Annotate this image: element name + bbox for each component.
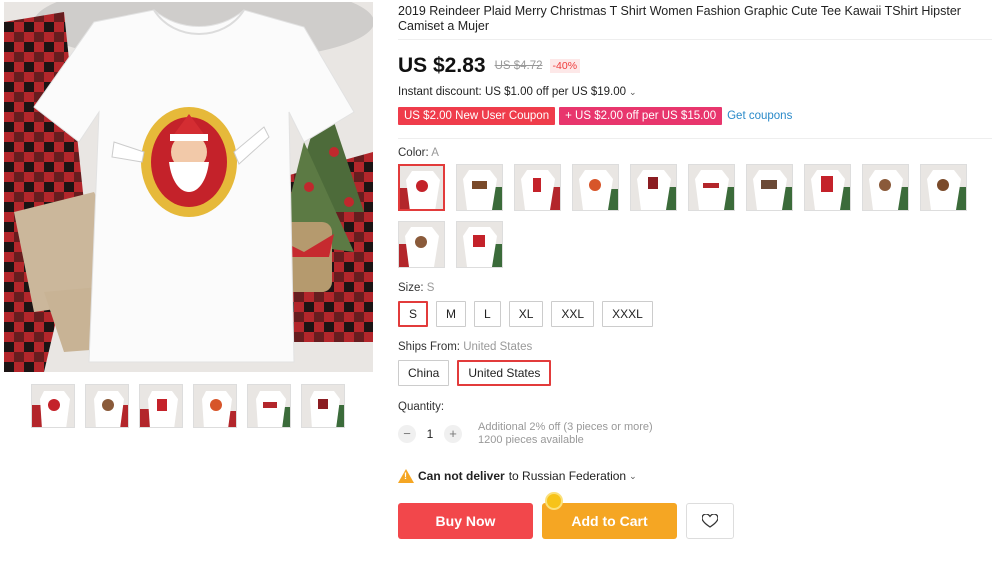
ships-from-label: Ships From: United States [398,341,992,353]
size-option-l[interactable]: L [474,301,501,327]
color-swatch-7[interactable] [746,164,793,211]
thumbnail-6[interactable] [301,384,345,428]
instant-discount-text: Instant discount: US $1.00 off per US $1… [398,86,627,98]
color-swatch-2[interactable] [456,164,503,211]
minus-icon[interactable]: − [398,425,416,443]
delivery-destination: to Russian Federation [508,469,627,483]
add-to-cart-button[interactable]: Add to Cart [542,492,677,539]
action-buttons: Buy Now Add to Cart [398,492,992,539]
color-label: Color: A [398,147,992,159]
main-product-image[interactable] [4,2,373,372]
price-row: US $2.83 US $4.72 -40% [398,54,992,78]
thumbnail-5[interactable] [247,384,291,428]
size-options: S M L XL XXL XXXL [398,301,992,327]
heart-icon [702,514,718,528]
stock-available: 1200 pieces available [478,434,584,446]
ships-from-label-text: Ships From: [398,341,460,353]
size-label: Size: S [398,282,992,294]
color-swatch-12[interactable] [456,221,503,268]
color-swatch-1[interactable] [398,164,445,211]
original-price: US $4.72 [494,60,543,72]
color-swatch-11[interactable] [398,221,445,268]
wishlist-button[interactable] [686,503,734,539]
delivery-warning[interactable]: Can not deliver to Russian Federation ⌄ [398,469,992,483]
add-to-cart-label: Add to Cart [571,513,648,529]
color-swatch-5[interactable] [630,164,677,211]
divider [398,138,992,139]
thumbnail-3[interactable] [139,384,183,428]
thumbnail-strip [31,384,345,428]
coin-icon [545,492,563,510]
product-info: 2019 Reindeer Plaid Merry Christmas T Sh… [398,0,992,539]
bulk-discount-note: Additional 2% off (3 pieces or more) [478,421,653,433]
chevron-down-icon: ⌄ [629,470,637,481]
size-option-s[interactable]: S [398,301,429,327]
product-title: 2019 Reindeer Plaid Merry Christmas T Sh… [398,4,961,33]
size-option-m[interactable]: M [436,301,467,327]
color-swatch-9[interactable] [862,164,909,211]
discount-badge: -40% [549,59,581,73]
ships-from-selected-value: United States [463,341,533,353]
quantity-label: Quantity: [398,401,445,413]
new-user-coupon[interactable]: US $2.00 New User Coupon [398,107,556,125]
color-label-text: Color: [398,147,429,159]
thumbnail-4[interactable] [193,384,237,428]
quantity-note: Additional 2% off (3 pieces or more) 120… [478,421,653,447]
coupon-row: US $2.00 New User Coupon + US $2.00 off … [398,107,992,125]
instant-discount[interactable]: Instant discount: US $1.00 off per US $1… [398,86,992,98]
ships-from-china[interactable]: China [398,360,450,386]
warning-icon [398,469,414,483]
size-option-xxxl[interactable]: XXXL [602,301,653,327]
plus-icon[interactable]: + [444,425,462,443]
thumbnail-1[interactable] [31,384,75,428]
size-selected-value: S [426,282,435,294]
color-swatch-6[interactable] [688,164,735,211]
store-coupon[interactable]: + US $2.00 off per US $15.00 [559,107,723,125]
color-swatch-8[interactable] [804,164,851,211]
quantity-stepper: − 1 + Additional 2% off (3 pieces or mor… [398,421,992,447]
color-swatch-10[interactable] [920,164,967,211]
quantity-value[interactable]: 1 [416,427,444,441]
current-price: US $2.83 [398,54,486,77]
size-label-text: Size: [398,282,424,294]
ships-from-united-states[interactable]: United States [457,360,552,386]
color-swatches [398,164,978,268]
get-coupons-link[interactable]: Get coupons [727,110,792,122]
buy-now-button[interactable]: Buy Now [398,503,533,539]
ships-from-options: China United States [398,360,992,386]
size-option-xxl[interactable]: XXL [551,301,595,327]
thumbnail-2[interactable] [85,384,129,428]
color-selected-value: A [431,147,439,159]
color-swatch-3[interactable] [514,164,561,211]
delivery-warning-text: Can not deliver [418,469,505,483]
size-option-xl[interactable]: XL [508,301,544,327]
divider [398,39,992,40]
chevron-down-icon: ⌄ [629,86,637,97]
color-swatch-4[interactable] [572,164,619,211]
